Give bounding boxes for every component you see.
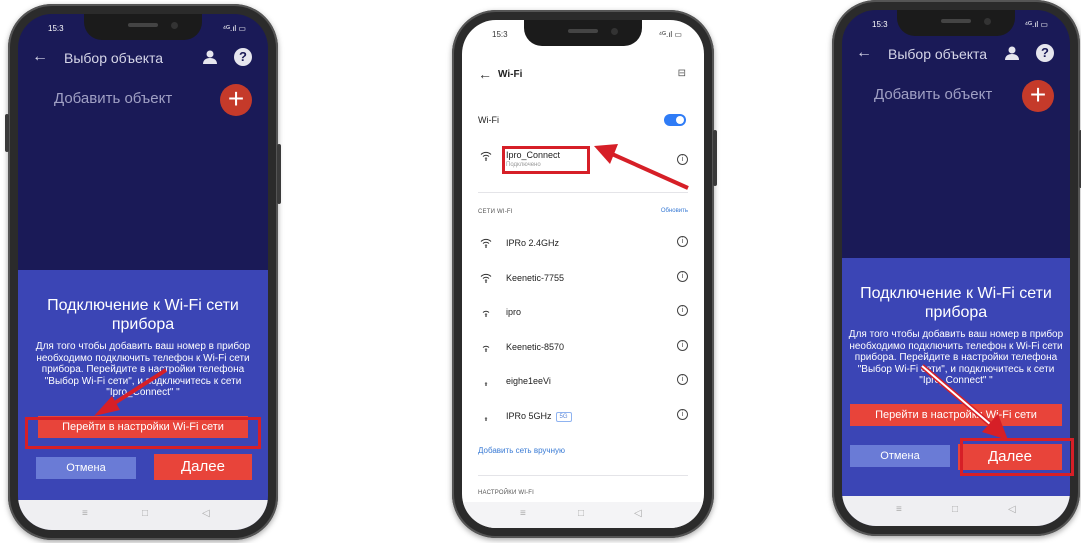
- home-icon[interactable]: □: [142, 508, 148, 519]
- app-header: ← Выбор объекта ?: [18, 40, 268, 78]
- settings-header: ← Wi-Fi ⊟: [462, 66, 704, 88]
- settings-title: Wi-Fi: [498, 69, 523, 80]
- network-name: ipro: [506, 307, 522, 317]
- help-icon[interactable]: ?: [234, 48, 252, 66]
- add-object-label: Добавить объект: [874, 86, 993, 103]
- status-time: 15:3: [492, 30, 508, 39]
- highlight-arrow-icon: [594, 144, 689, 190]
- menu-icon[interactable]: ≡: [896, 504, 902, 515]
- cancel-button[interactable]: Отмена: [36, 457, 136, 479]
- menu-icon[interactable]: ⊟: [678, 68, 686, 79]
- network-row[interactable]: Keenetic-8570 i: [462, 339, 704, 359]
- page-title: Выбор объекта: [64, 50, 164, 66]
- wifi-icon: [480, 238, 492, 248]
- info-icon[interactable]: i: [677, 374, 688, 385]
- menu-icon[interactable]: ≡: [520, 508, 526, 519]
- nav-bar: ≡ □ ◁: [18, 500, 268, 530]
- back-icon[interactable]: ◁: [202, 508, 210, 519]
- phone-middle: 15:3 ⁴ᴳ.ıl ▭ ← Wi-Fi ⊟ Wi-Fi Ipro_Connec…: [452, 10, 717, 538]
- wifi-settings-section-label: НАСТРОЙКИ WI-FI: [478, 490, 534, 496]
- network-name: eighe1eeVi: [506, 376, 551, 386]
- highlight-box: [502, 146, 590, 174]
- user-icon[interactable]: [1004, 45, 1020, 61]
- network-name: IPRo 2.4GHz: [506, 238, 560, 248]
- status-icons: ⁴ᴳ.ıl ▭: [222, 24, 246, 33]
- add-object-button[interactable]: +: [1022, 80, 1054, 112]
- back-arrow-icon[interactable]: ←: [478, 66, 492, 82]
- side-button: [713, 130, 717, 186]
- info-icon[interactable]: i: [677, 236, 688, 247]
- network-name: Keenetic-7755: [506, 273, 565, 283]
- app-screen: 15:3 ⁴ᴳ.ıl ▭ ← Выбор объекта ? Добавить …: [18, 14, 268, 530]
- status-icons: ⁴ᴳ.ıl ▭: [658, 30, 682, 39]
- add-object-label: Добавить объект: [54, 90, 173, 107]
- wifi-icon: [484, 382, 488, 386]
- nav-bar: ≡ □ ◁: [462, 502, 704, 528]
- next-button[interactable]: Далее: [154, 454, 252, 480]
- wifi-icon: [484, 417, 488, 421]
- phone-left: 15:3 ⁴ᴳ.ıl ▭ ← Выбор объекта ? Добавить …: [5, 4, 281, 540]
- back-arrow-icon[interactable]: ←: [856, 44, 872, 62]
- info-icon[interactable]: i: [677, 409, 688, 420]
- add-network-link[interactable]: Добавить сеть вручную: [478, 446, 565, 455]
- notch: [84, 14, 202, 40]
- app-header: ← Выбор объекта ?: [842, 36, 1070, 74]
- network-name-text: IPRo 5GHz: [506, 411, 552, 421]
- network-name: IPRo 5GHz 5G: [506, 411, 572, 422]
- home-icon[interactable]: □: [952, 504, 958, 515]
- side-button: [5, 114, 9, 152]
- status-icons: ⁴ᴳ.ıl ▭: [1024, 20, 1048, 29]
- back-icon[interactable]: ◁: [634, 508, 642, 519]
- nav-bar: ≡ □ ◁: [842, 496, 1070, 526]
- refresh-link[interactable]: Обновить: [661, 208, 688, 214]
- networks-section-label: СЕТИ WI-FI: [478, 209, 513, 215]
- info-icon[interactable]: i: [677, 305, 688, 316]
- highlight-arrow-icon: [920, 364, 1008, 440]
- wifi-toggle[interactable]: [664, 114, 686, 126]
- status-time: 15:3: [872, 20, 888, 29]
- notch: [897, 10, 1015, 36]
- back-icon[interactable]: ◁: [1008, 504, 1016, 515]
- side-button: [277, 144, 281, 204]
- wifi-icon: [480, 151, 492, 161]
- help-icon[interactable]: ?: [1036, 44, 1054, 62]
- wifi-icon: [482, 345, 490, 352]
- notch: [524, 20, 642, 46]
- divider: [478, 475, 688, 476]
- network-row[interactable]: IPRo 5GHz 5G i: [462, 408, 704, 428]
- dialog-title: Подключение к Wi-Fi сети прибора: [47, 297, 239, 333]
- dialog-title: Подключение к Wi-Fi сети прибора: [860, 285, 1052, 321]
- wifi-toggle-label: Wi-Fi: [478, 115, 499, 125]
- menu-icon[interactable]: ≡: [82, 508, 88, 519]
- wifi-icon: [482, 310, 490, 317]
- highlight-arrow-icon: [94, 368, 168, 416]
- info-icon[interactable]: i: [677, 340, 688, 351]
- network-row[interactable]: ipro i: [462, 304, 704, 324]
- wifi-settings-screen: 15:3 ⁴ᴳ.ıl ▭ ← Wi-Fi ⊟ Wi-Fi Ipro_Connec…: [462, 20, 704, 528]
- page-title: Выбор объекта: [888, 46, 988, 62]
- status-time: 15:3: [48, 24, 64, 33]
- network-name: Keenetic-8570: [506, 342, 565, 352]
- network-row[interactable]: eighe1eeVi i: [462, 373, 704, 393]
- network-row[interactable]: Keenetic-7755 i: [462, 270, 704, 290]
- network-row[interactable]: IPRo 2.4GHz i: [462, 235, 704, 255]
- band-badge: 5G: [555, 411, 572, 422]
- home-icon[interactable]: □: [578, 508, 584, 519]
- add-object-button[interactable]: +: [220, 84, 252, 116]
- info-icon[interactable]: i: [677, 271, 688, 282]
- cancel-button[interactable]: Отмена: [850, 445, 950, 467]
- phone-right: 15:3 ⁴ᴳ.ıl ▭ ← Выбор объекта ? Добавить …: [832, 0, 1081, 536]
- user-icon[interactable]: [202, 49, 218, 65]
- back-arrow-icon[interactable]: ←: [32, 48, 48, 66]
- wifi-icon: [480, 273, 492, 283]
